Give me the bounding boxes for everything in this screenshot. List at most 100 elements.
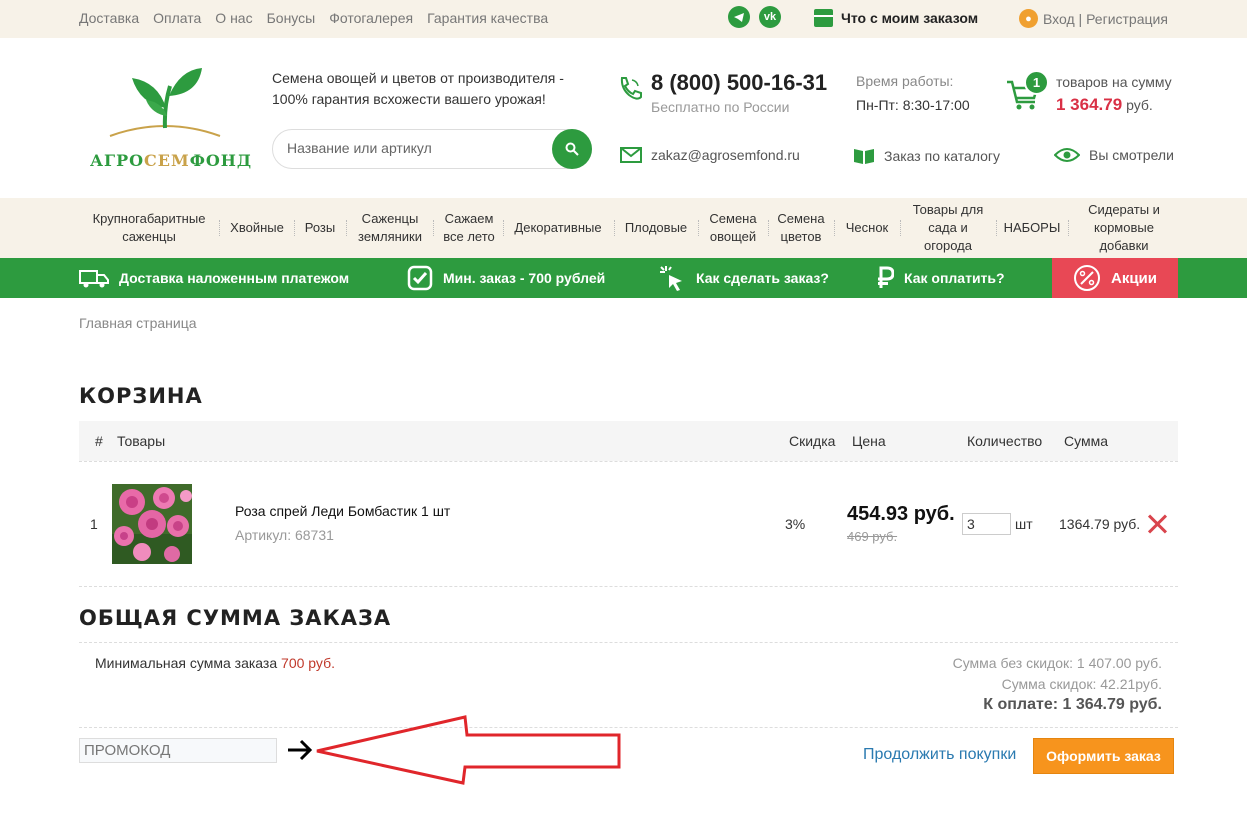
menu-divider: [834, 220, 835, 236]
col-num: #: [95, 433, 103, 449]
menu-divider: [768, 220, 769, 236]
nav-link-gallery[interactable]: Фотогалерея: [329, 10, 413, 26]
menu-divider: [503, 220, 504, 236]
product-image[interactable]: [112, 484, 192, 564]
checkout-button[interactable]: Оформить заказ: [1033, 738, 1174, 774]
how-to-pay-link[interactable]: Как оплатить?: [876, 258, 1005, 298]
product-article: Артикул: 68731: [235, 527, 334, 543]
menu-divider: [900, 220, 901, 236]
nav-link-about[interactable]: О нас: [215, 10, 252, 26]
totals-title: ОБЩАЯ СУММА ЗАКАЗА: [79, 606, 392, 630]
hours-label: Время работы:: [856, 73, 954, 89]
category-summer-planting[interactable]: Сажаем все лето: [438, 198, 500, 258]
min-order-note: Минимальная сумма заказа 700 руб.: [95, 655, 335, 671]
breadcrumb[interactable]: Главная страница: [79, 315, 197, 331]
menu-divider: [698, 220, 699, 236]
category-green-manure[interactable]: Сидераты и кормовые добавки: [1073, 198, 1175, 258]
delivery-info[interactable]: Доставка наложенным платежом: [79, 258, 349, 298]
logo-text: АГРОСЕМФОНД: [90, 151, 253, 170]
product-price: 454.93 руб.: [847, 503, 955, 525]
user-icon: ●: [1019, 9, 1038, 28]
cart-label: товаров на сумму: [1056, 74, 1172, 90]
annotation-arrow: [316, 715, 621, 785]
nav-link-bonuses[interactable]: Бонусы: [267, 10, 316, 26]
category-sets[interactable]: НАБОРЫ: [1001, 198, 1063, 258]
search-box: [272, 129, 592, 169]
rose-image: [112, 484, 192, 564]
phone-number[interactable]: 8 (800) 500-16-31: [651, 70, 827, 96]
top-bar: Доставка Оплата О нас Бонусы Фотогалерея…: [0, 0, 1247, 38]
order-status-label: Что с моим заказом: [841, 10, 979, 26]
percent-icon: [1073, 265, 1100, 291]
cart-total: 1 364.79 руб.: [1056, 95, 1153, 114]
package-icon: [814, 9, 833, 27]
vk-icon[interactable]: vk: [759, 6, 781, 28]
nav-link-quality[interactable]: Гарантия качества: [427, 10, 548, 26]
cart-title: КОРЗИНА: [79, 384, 203, 408]
category-flower-seeds[interactable]: Семена цветов: [772, 198, 830, 258]
truck-icon: [79, 270, 109, 288]
min-order-info[interactable]: Мин. заказ - 700 рублей: [407, 258, 605, 298]
ruble-icon: [878, 266, 894, 288]
product-sum: 1364.79 руб.: [1059, 516, 1141, 532]
col-discount: Скидка: [789, 433, 836, 449]
login-link[interactable]: ● Вход | Регистрация: [1019, 9, 1168, 28]
search-input[interactable]: [287, 140, 547, 156]
menu-divider: [996, 220, 997, 236]
telegram-icon[interactable]: [728, 6, 750, 28]
category-decorative[interactable]: Декоративные: [507, 198, 609, 258]
working-hours: Пн-Пт: 8:30-17:00: [856, 97, 970, 113]
col-price: Цена: [852, 433, 886, 449]
login-label: Вход | Регистрация: [1043, 10, 1168, 27]
col-goods: Товары: [117, 433, 166, 449]
col-qty: Количество: [967, 433, 1043, 449]
arrow-right-icon[interactable]: [285, 737, 315, 763]
menu-divider: [346, 220, 347, 236]
divider: [79, 642, 1178, 643]
book-icon: [854, 149, 874, 164]
divider: [79, 727, 1178, 728]
menu-divider: [433, 220, 434, 236]
check-icon: [407, 265, 433, 291]
divider: [79, 461, 1178, 462]
site-logo[interactable]: АГРОСЕМФОНД: [90, 66, 253, 172]
catalog-order-link[interactable]: Заказ по каталогу: [853, 147, 1000, 165]
cart-table-header: # Товары Скидка Цена Количество Сумма: [79, 421, 1178, 461]
category-conifers[interactable]: Хвойные: [224, 198, 290, 258]
menu-divider: [614, 220, 615, 236]
search-icon: [565, 142, 579, 156]
category-vegetable-seeds[interactable]: Семена овощей: [703, 198, 763, 258]
quantity-unit: шт: [1015, 516, 1033, 532]
top-nav: Доставка Оплата О нас Бонусы Фотогалерея…: [79, 10, 548, 26]
product-name[interactable]: Роза спрей Леди Бомбастик 1 шт: [235, 503, 450, 519]
total-to-pay: К оплате: 1 364.79 руб.: [983, 696, 1162, 713]
category-roses[interactable]: Розы: [299, 198, 341, 258]
sum-without-discount: Сумма без скидок: 1 407.00 руб.: [952, 655, 1162, 671]
cursor-click-icon: [660, 266, 682, 291]
continue-shopping-link[interactable]: Продолжить покупки: [863, 746, 1016, 764]
product-old-price: 469 руб.: [847, 529, 898, 544]
cart-count-badge: 1: [1024, 70, 1049, 95]
category-large-seedlings[interactable]: Крупногабаритные саженцы: [84, 198, 214, 258]
phone-icon: [620, 77, 642, 100]
phone-note: Бесплатно по России: [651, 99, 790, 115]
search-button[interactable]: [552, 129, 592, 169]
sales-button[interactable]: Акции: [1052, 258, 1178, 298]
how-to-order-link[interactable]: Как сделать заказ?: [658, 258, 829, 298]
quantity-input[interactable]: [962, 513, 1011, 535]
email-link[interactable]: zakaz@agrosemfond.ru: [620, 147, 800, 163]
menu-divider: [219, 220, 220, 236]
category-fruit[interactable]: Плодовые: [619, 198, 693, 258]
promo-code-input[interactable]: [79, 738, 277, 763]
nav-link-delivery[interactable]: Доставка: [79, 10, 139, 26]
category-strawberry[interactable]: Саженцы земляники: [352, 198, 428, 258]
sprout-icon: [109, 68, 221, 137]
product-discount: 3%: [785, 516, 806, 532]
nav-link-payment[interactable]: Оплата: [153, 10, 201, 26]
slogan: Семена овощей и цветов от производителя …: [272, 70, 564, 107]
order-status-link[interactable]: Что с моим заказом: [814, 9, 978, 27]
category-garden-goods[interactable]: Товары для сада и огорода: [905, 198, 991, 258]
remove-item-icon[interactable]: [1147, 514, 1167, 534]
viewed-link[interactable]: Вы смотрели: [1054, 147, 1174, 163]
category-garlic[interactable]: Чеснок: [839, 198, 895, 258]
